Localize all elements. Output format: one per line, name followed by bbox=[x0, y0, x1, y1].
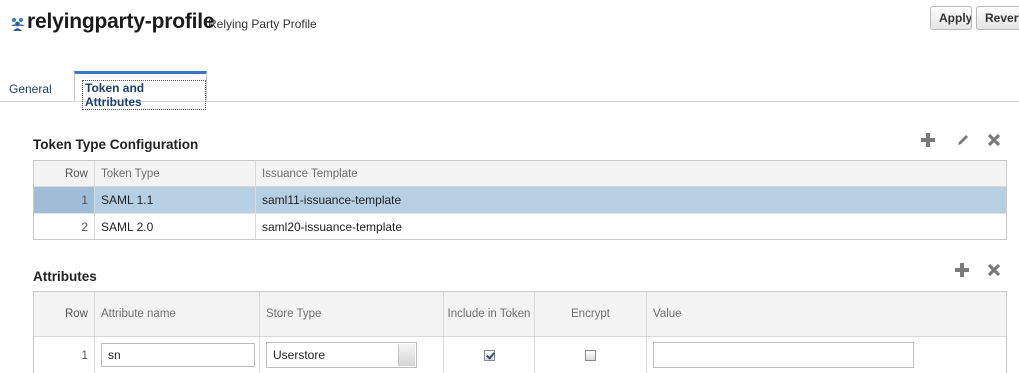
issuance-template-cell: saml11-issuance-template bbox=[262, 193, 402, 207]
encrypt-checkbox[interactable] bbox=[585, 349, 596, 361]
token-config-title: Token Type Configuration bbox=[33, 137, 199, 152]
revert-button[interactable]: Revert bbox=[976, 6, 1019, 30]
column-header-row: Row bbox=[34, 161, 95, 186]
include-in-token-checkbox[interactable] bbox=[483, 349, 495, 361]
table-row[interactable]: 1 Userstore bbox=[34, 337, 1006, 373]
column-header-include-in-token[interactable]: Include in Token bbox=[444, 292, 535, 336]
delete-icon[interactable] bbox=[987, 133, 1001, 147]
table-row[interactable]: 2 SAML 2.0 saml20-issuance-template bbox=[34, 214, 1006, 239]
edit-icon[interactable] bbox=[956, 133, 970, 147]
row-number: 1 bbox=[34, 337, 95, 373]
attribute-name-cell bbox=[95, 337, 260, 373]
row-number: 1 bbox=[34, 187, 95, 213]
issuance-template-cell: saml20-issuance-template bbox=[262, 219, 403, 234]
store-type-value: Userstore bbox=[273, 348, 326, 362]
column-header-row: Row bbox=[34, 292, 95, 336]
token-type-cell: SAML 1.1 bbox=[95, 187, 256, 213]
table-header-row: Row Token Type Issuance Template bbox=[34, 161, 1006, 187]
users-icon bbox=[11, 17, 25, 31]
page-title: relyingparty-profile bbox=[27, 10, 215, 33]
column-header-store-type[interactable]: Store Type bbox=[260, 292, 444, 336]
column-header-value[interactable]: Value bbox=[647, 292, 1006, 336]
store-type-cell: Userstore bbox=[260, 337, 444, 373]
include-in-token-cell bbox=[444, 337, 535, 373]
value-input[interactable] bbox=[653, 342, 914, 368]
delete-icon[interactable] bbox=[987, 263, 1001, 277]
column-header-token-type[interactable]: Token Type bbox=[95, 161, 256, 186]
tab-token-and-attributes[interactable]: Token and Attributes bbox=[74, 71, 207, 110]
add-icon[interactable] bbox=[921, 133, 935, 147]
token-config-table: Row Token Type Issuance Template 1 SAML … bbox=[33, 160, 1007, 240]
attributes-title: Attributes bbox=[33, 269, 97, 284]
column-header-attribute-name[interactable]: Attribute name bbox=[95, 292, 260, 336]
dropdown-arrow-icon[interactable] bbox=[398, 344, 415, 366]
tab-token-and-attributes-label: Token and Attributes bbox=[82, 80, 206, 110]
table-header-row: Row Attribute name Store Type Include in… bbox=[34, 292, 1006, 337]
column-header-encrypt[interactable]: Encrypt bbox=[535, 292, 647, 336]
value-cell bbox=[647, 337, 1006, 373]
tab-general[interactable]: General bbox=[9, 82, 52, 96]
table-row[interactable]: 1 SAML 1.1 saml11-issuance-template bbox=[34, 187, 1006, 214]
attributes-table: Row Attribute name Store Type Include in… bbox=[33, 291, 1007, 373]
page-subtitle: Relying Party Profile bbox=[208, 17, 317, 31]
encrypt-cell bbox=[535, 337, 647, 373]
add-icon[interactable] bbox=[955, 263, 969, 277]
store-type-select[interactable]: Userstore bbox=[266, 342, 417, 368]
row-number: 2 bbox=[34, 214, 95, 239]
token-type-cell: SAML 2.0 bbox=[95, 214, 256, 239]
apply-button[interactable]: Apply bbox=[930, 6, 972, 30]
column-header-issuance-template[interactable]: Issuance Template bbox=[256, 161, 1006, 186]
attribute-name-input[interactable] bbox=[101, 343, 255, 367]
